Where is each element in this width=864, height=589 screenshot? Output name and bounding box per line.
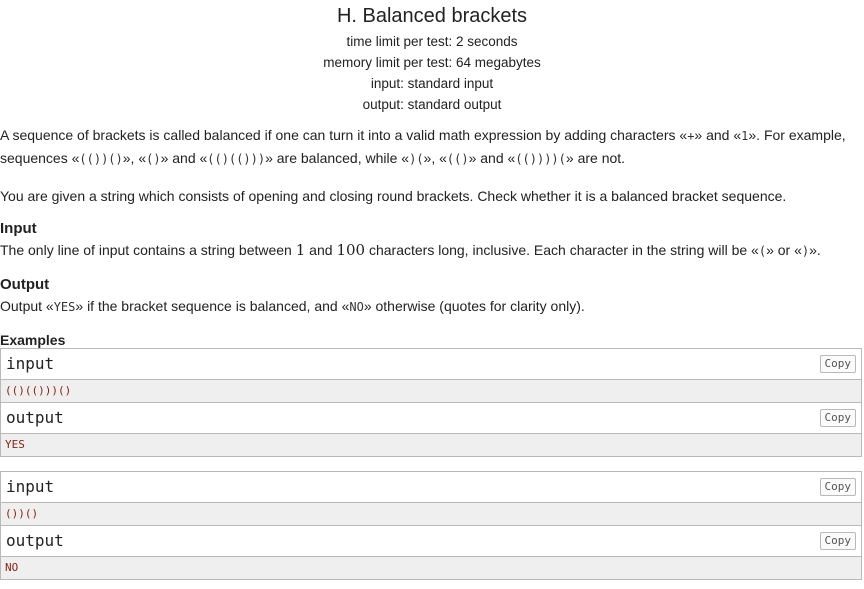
example-2-output-header: output Copy	[1, 526, 861, 557]
text: A sequence of brackets is called balance…	[0, 127, 688, 143]
input-spec: input: standard input	[370, 76, 494, 91]
output-spec: output: standard output	[362, 97, 502, 112]
code-example-5: (()	[446, 152, 469, 166]
problem-limits: time limit per test: 2 seconds memory li…	[0, 31, 864, 115]
text: and	[305, 242, 337, 258]
statement-paragraph-2: You are given a string which consists of…	[0, 188, 787, 204]
output-label: output	[6, 408, 64, 427]
problem-title: H. Balanced brackets	[336, 5, 528, 27]
code-open-paren: (	[758, 244, 767, 258]
text: The only line of input contains a string…	[0, 242, 296, 258]
code-example-2: ()	[146, 152, 161, 166]
example-1-input-block: input Copy (()(()))()	[0, 348, 862, 403]
text: » otherwise (quotes for clarity only).	[363, 298, 585, 314]
time-limit: time limit per test: 2 seconds	[346, 34, 518, 49]
input-label: input	[6, 354, 55, 373]
math-100: 100	[336, 241, 366, 259]
text: » or «	[766, 242, 802, 258]
code-example-1: (())()	[79, 152, 123, 166]
example-2-input-block: input Copy ())()	[0, 471, 862, 526]
code-example-6: (())))(	[515, 152, 566, 166]
input-label: input	[6, 477, 55, 496]
copy-button[interactable]: Copy	[819, 355, 856, 373]
code-example-3: (()(()))	[207, 152, 266, 166]
text: », «	[423, 150, 447, 166]
statement-paragraph-1: A sequence of brackets is called balance…	[0, 124, 864, 170]
code-example-4: )(	[409, 152, 424, 166]
examples-heading: Examples	[0, 332, 66, 348]
text: » and «	[468, 150, 516, 166]
copy-button[interactable]: Copy	[819, 409, 856, 427]
input-description: The only line of input contains a string…	[0, 239, 864, 262]
input-heading: Input	[0, 220, 37, 237]
example-2-output-value: NO	[1, 557, 861, 579]
copy-button[interactable]: Copy	[819, 478, 856, 496]
example-1-output-header: output Copy	[1, 403, 861, 434]
text: ».	[809, 242, 821, 258]
output-heading: Output	[0, 276, 50, 293]
text: » are balanced, while «	[265, 150, 410, 166]
example-2-input-value: ())()	[1, 503, 861, 525]
example-1-input-header: input Copy	[1, 349, 861, 380]
example-1-input-value: (()(()))()	[1, 380, 861, 402]
text: » and «	[694, 127, 742, 143]
text: » are not.	[565, 150, 626, 166]
memory-limit: memory limit per test: 64 megabytes	[323, 55, 541, 70]
math-1: 1	[295, 241, 306, 259]
example-2-output-block: output Copy NO	[0, 526, 862, 580]
text: », «	[122, 150, 147, 166]
text: characters long, inclusive. Each charact…	[365, 242, 759, 258]
text: Output «	[0, 298, 54, 314]
output-description: Output «YES» if the bracket sequence is …	[0, 295, 864, 318]
code-no: NO	[349, 300, 364, 314]
text: » and «	[160, 150, 208, 166]
example-2-input-header: input Copy	[1, 472, 861, 503]
copy-button[interactable]: Copy	[819, 532, 856, 550]
code-yes: YES	[53, 300, 76, 314]
example-1-output-value: YES	[1, 434, 861, 456]
problem-page: H. Balanced brackets time limit per test…	[0, 3, 864, 580]
text: » if the bracket sequence is balanced, a…	[75, 298, 350, 314]
example-1-output-block: output Copy YES	[0, 403, 862, 457]
output-label: output	[6, 531, 64, 550]
